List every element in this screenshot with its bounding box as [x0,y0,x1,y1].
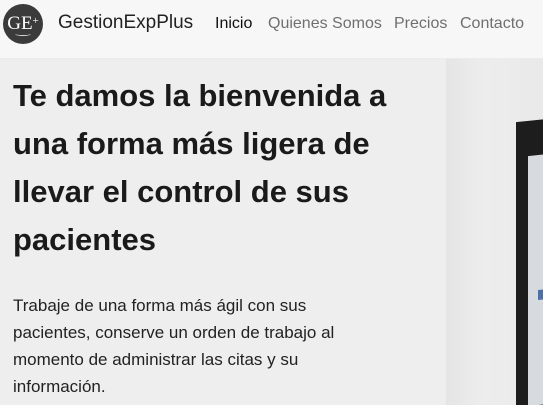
navbar: GE + GestionExpPlus Inicio Quienes Somos … [0,0,543,59]
monitor-screen [528,151,543,405]
nav-link-inicio[interactable]: Inicio [215,15,252,33]
nav-link-quienes-somos[interactable]: Quienes Somos [268,15,382,33]
hero-title: Te damos la bienvenida a una forma más l… [13,78,387,257]
main-nav: Inicio Quienes Somos Precios Contacto [0,15,543,35]
nav-link-precios[interactable]: Precios [394,15,447,33]
screen-chart-bar [538,289,543,301]
hero-image-monitor [446,59,543,405]
nav-link-contacto[interactable]: Contacto [460,15,524,33]
hero-description: Trabaje de una forma más ágil con sus pa… [13,296,335,396]
